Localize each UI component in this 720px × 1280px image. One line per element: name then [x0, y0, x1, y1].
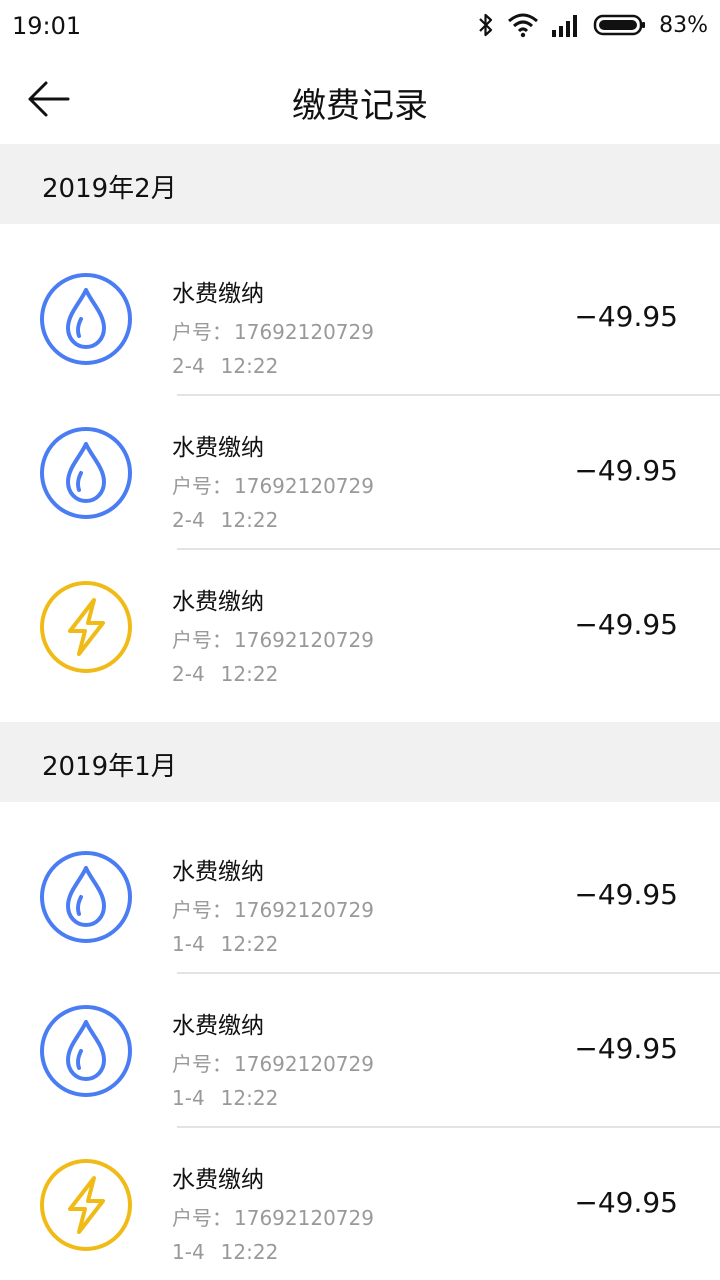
- account-value: 17692120729: [234, 628, 374, 652]
- payment-record[interactable]: 水费缴纳 户号： 17692120729 1-4 12:22 −49.95: [0, 1120, 720, 1274]
- account-number: 户号： 17692120729: [172, 470, 374, 499]
- account-value: 17692120729: [234, 898, 374, 922]
- page-title: 缴费记录: [292, 86, 428, 126]
- month-label: 2019年2月: [42, 174, 177, 204]
- account-value: 17692120729: [234, 474, 374, 498]
- record-name: 水费缴纳: [172, 1167, 264, 1193]
- record-time: 12:22: [220, 932, 279, 956]
- record-datetime: 1-4 12:22: [172, 1086, 278, 1110]
- record-date: 2-4: [172, 508, 205, 532]
- status-bar: 19:01 83%: [0, 0, 720, 50]
- lightning-bolt-icon: [40, 581, 132, 673]
- lightning-bolt-icon: [40, 1159, 132, 1251]
- record-name: 水费缴纳: [172, 435, 264, 461]
- record-amount: −49.95: [574, 300, 678, 333]
- month-label: 2019年1月: [42, 752, 177, 782]
- record-amount: −49.95: [574, 454, 678, 487]
- water-drop-icon: [40, 851, 132, 943]
- record-name: 水费缴纳: [172, 589, 264, 615]
- battery-percent: 83%: [659, 12, 708, 38]
- status-time: 19:01: [12, 12, 82, 40]
- record-time: 12:22: [220, 662, 279, 686]
- battery-icon: [593, 14, 646, 36]
- record-datetime: 2-4 12:22: [172, 354, 278, 378]
- record-date: 2-4: [172, 662, 205, 686]
- account-value: 17692120729: [234, 1206, 374, 1230]
- payment-record[interactable]: 水费缴纳 户号： 17692120729 1-4 12:22 −49.95: [0, 966, 720, 1120]
- nav-bar: 缴费记录: [0, 50, 720, 144]
- record-amount: −49.95: [574, 1186, 678, 1219]
- water-drop-icon: [40, 273, 132, 365]
- record-time: 12:22: [220, 1240, 279, 1264]
- record-date: 2-4: [172, 354, 205, 378]
- record-amount: −49.95: [574, 878, 678, 911]
- account-label: 户号：: [172, 320, 232, 344]
- record-datetime: 2-4 12:22: [172, 508, 278, 532]
- account-number: 户号： 17692120729: [172, 1048, 374, 1077]
- account-label: 户号：: [172, 1052, 232, 1076]
- account-value: 17692120729: [234, 1052, 374, 1076]
- signal-icon: [552, 15, 578, 37]
- record-time: 12:22: [220, 508, 279, 532]
- account-number: 户号： 17692120729: [172, 1202, 374, 1231]
- account-value: 17692120729: [234, 320, 374, 344]
- payment-record[interactable]: 水费缴纳 户号： 17692120729 2-4 12:22 −49.95: [0, 542, 720, 696]
- record-time: 12:22: [220, 1086, 279, 1110]
- record-date: 1-4: [172, 932, 205, 956]
- water-drop-icon: [40, 1005, 132, 1097]
- record-name: 水费缴纳: [172, 1013, 264, 1039]
- bluetooth-icon: [479, 13, 493, 37]
- account-label: 户号：: [172, 628, 232, 652]
- record-time: 12:22: [220, 354, 279, 378]
- record-name: 水费缴纳: [172, 859, 264, 885]
- record-amount: −49.95: [574, 608, 678, 641]
- account-number: 户号： 17692120729: [172, 894, 374, 923]
- wifi-icon: [508, 13, 539, 38]
- record-datetime: 1-4 12:22: [172, 932, 278, 956]
- account-number: 户号： 17692120729: [172, 624, 374, 653]
- account-label: 户号：: [172, 1206, 232, 1230]
- record-datetime: 1-4 12:22: [172, 1240, 278, 1264]
- status-icons: 83%: [477, 10, 708, 40]
- month-header: 2019年1月: [0, 722, 720, 802]
- record-date: 1-4: [172, 1086, 205, 1110]
- month-header: 2019年2月: [0, 144, 720, 224]
- account-number: 户号： 17692120729: [172, 316, 374, 345]
- record-date: 1-4: [172, 1240, 205, 1264]
- payment-record[interactable]: 水费缴纳 户号： 17692120729 2-4 12:22 −49.95: [0, 388, 720, 542]
- payment-record[interactable]: 水费缴纳 户号： 17692120729 2-4 12:22 −49.95: [0, 234, 720, 388]
- record-name: 水费缴纳: [172, 281, 264, 307]
- water-drop-icon: [40, 427, 132, 519]
- account-label: 户号：: [172, 898, 232, 922]
- record-amount: −49.95: [574, 1032, 678, 1065]
- record-datetime: 2-4 12:22: [172, 662, 278, 686]
- payment-record[interactable]: 水费缴纳 户号： 17692120729 1-4 12:22 −49.95: [0, 812, 720, 966]
- account-label: 户号：: [172, 474, 232, 498]
